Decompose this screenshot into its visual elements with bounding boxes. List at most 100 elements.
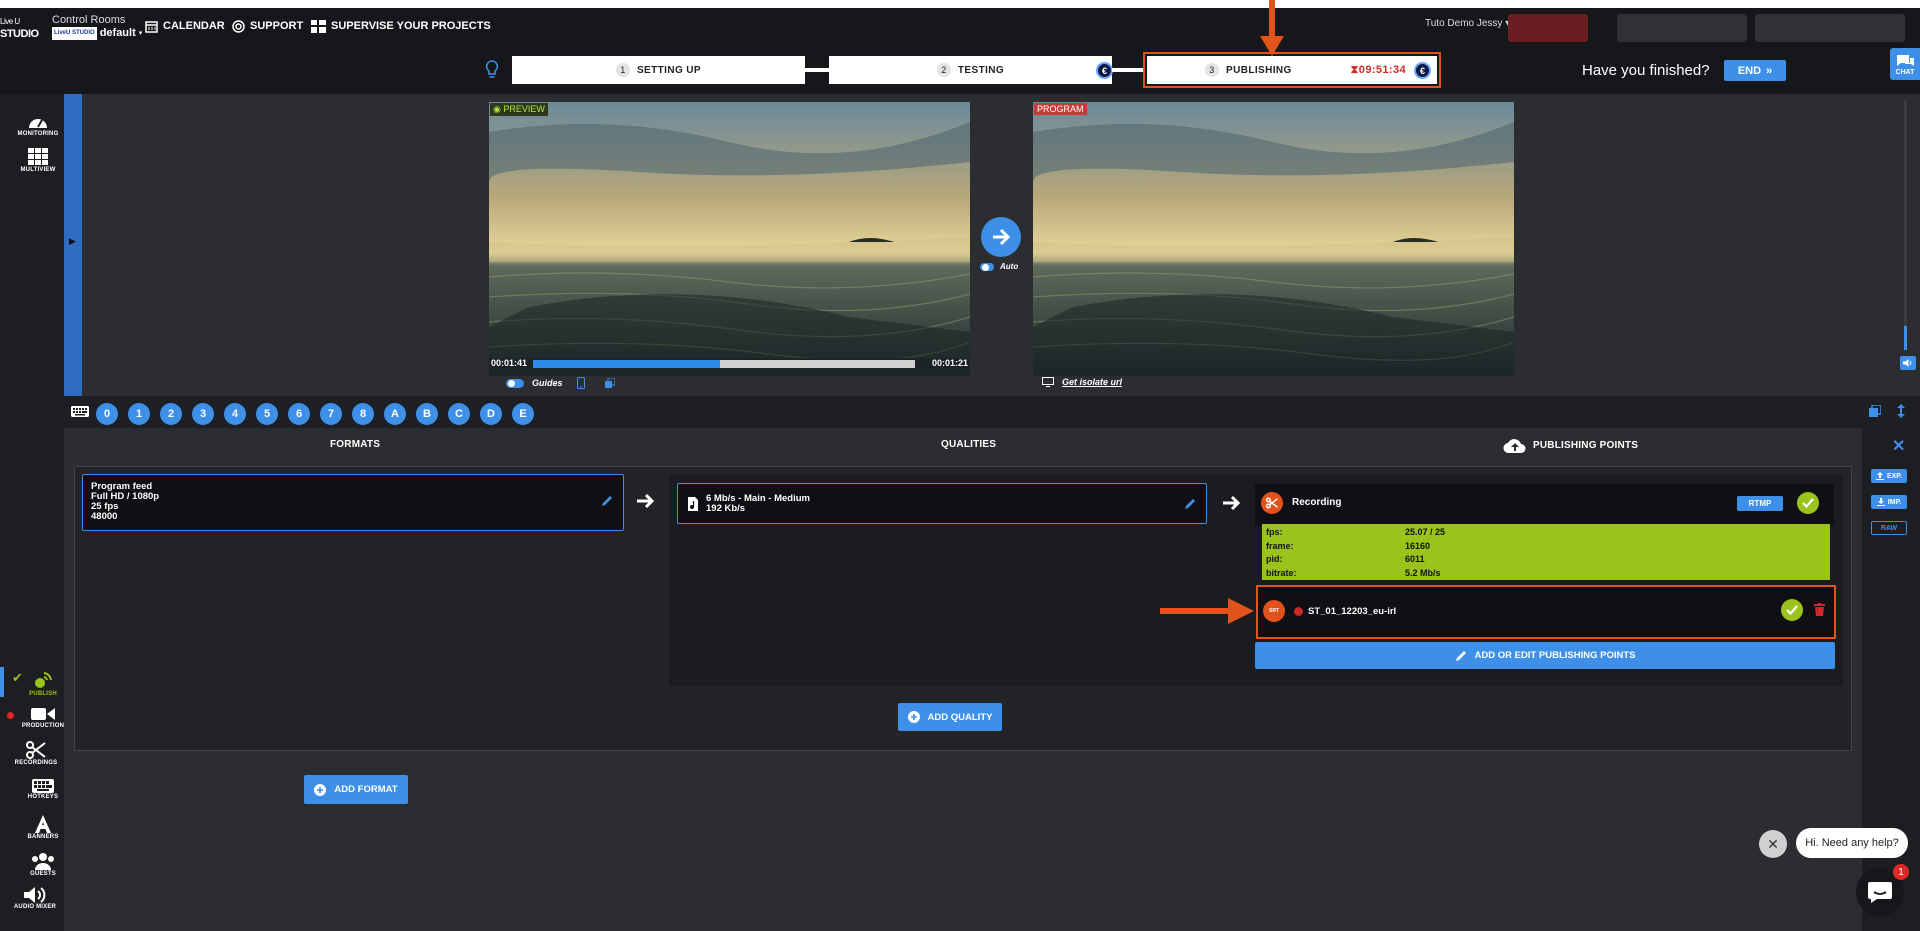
nav-label: HOTKEYS [27,794,59,800]
publishing-point-name: Recording [1292,497,1342,508]
side-panel-toggle[interactable]: ▶ [64,94,82,396]
scissors-icon [26,741,46,759]
scene-button[interactable]: C [448,403,470,425]
preview-monitor[interactable]: ◉ PREVIEW [489,102,970,376]
preview-image [489,102,970,376]
protocol-badge: RTMP [1737,496,1783,511]
layers-icon[interactable] [1869,405,1881,417]
hourglass-icon: ⧗ [1350,63,1359,76]
format-line: Program feed [91,481,153,492]
preview-seekbar[interactable]: 00:01:41 00:01:21 [489,358,970,370]
scene-button[interactable]: 7 [320,403,342,425]
nav-audio-mixer[interactable]: AUDIO MIXER [10,887,60,910]
format-card[interactable]: Program feed Full HD / 1080p 25 fps 4800… [82,474,624,531]
srt-name: ST_01_12203_eu-irl [1308,606,1397,617]
nav-label: GUESTS [30,871,56,877]
control-rooms-selector[interactable]: Control Rooms LiveU STUDIO default ▾ [52,14,142,40]
pencil-icon [1455,650,1466,661]
notification-badge: 1 [1893,864,1909,880]
scissors-icon [1266,497,1278,509]
users-icon [32,853,54,870]
seek-track[interactable] [533,360,915,368]
scene-button[interactable]: E [512,403,534,425]
add-format-button[interactable]: ADD FORMAT [304,775,408,804]
step-publishing[interactable]: 3 PUBLISHING ⧗ 09:51:34 [1147,56,1437,84]
end-button[interactable]: END » [1724,60,1786,81]
step-setting-up[interactable]: 1 SETTING UP [512,56,805,84]
help-text: Hi. Need any help? [1805,837,1899,849]
nav-guests[interactable]: GUESTS [20,852,66,877]
nav-banners[interactable]: BANNERS [20,815,66,840]
scene-button[interactable]: 5 [256,403,278,425]
scene-button[interactable]: 1 [128,403,150,425]
nav-label: PRODUCTION [21,723,65,729]
add-edit-publishing-label: ADD OR EDIT PUBLISHING POINTS [1474,650,1636,661]
guides-label: Guides [532,378,563,388]
pencil-icon[interactable] [601,495,613,507]
nav-label: BANNERS [27,834,59,840]
nav-recordings[interactable]: RECORDINGS [14,741,58,766]
add-quality-button[interactable]: ADD QUALITY [898,703,1002,731]
chat-button[interactable]: CHAT [1890,48,1920,80]
nav-production[interactable]: PRODUCTION [20,706,66,729]
scene-button[interactable]: A [384,403,406,425]
lightbulb-icon[interactable] [485,60,499,80]
nav-supervise[interactable]: SUPERVISE YOUR PROJECTS [311,18,491,34]
resize-vertical-icon[interactable] [1897,404,1905,418]
take-button[interactable] [981,217,1021,257]
step-testing[interactable]: 2 TESTING [829,56,1112,84]
guides-switch[interactable] [506,378,524,388]
workspace-name: default [99,27,136,39]
scene-button[interactable]: 4 [224,403,246,425]
qualities-header: QUALITIES [941,439,997,450]
nav-label: PUBLISH [29,691,57,697]
scene-button[interactable]: 8 [352,403,374,425]
quality-card[interactable]: 6 Mb/s - Main - Medium 192 Kb/s [677,483,1207,524]
eye-icon: ◉ [493,104,504,114]
close-icon[interactable]: ✕ [1892,436,1905,456]
import-button[interactable]: IMP. [1871,495,1907,509]
audio-meter [1904,100,1907,350]
add-edit-publishing-button[interactable]: ADD OR EDIT PUBLISHING POINTS [1255,642,1835,669]
nav-support[interactable]: SUPPORT [232,18,303,34]
scene-button[interactable]: 0 [96,403,118,425]
user-name: Tuto Demo Jessy [1425,18,1503,29]
raw-button[interactable]: RAW [1871,521,1907,535]
cloud-upload-icon [1503,439,1526,454]
preview-label: PREVIEW [503,104,545,114]
mobile-icon[interactable] [577,377,585,389]
close-help-button[interactable]: ✕ [1759,830,1787,858]
stat-row: pid: 6011 [1266,554,1425,564]
scene-button[interactable]: 3 [192,403,214,425]
raw-label: RAW [1880,524,1898,532]
user-menu[interactable]: Tuto Demo Jessy ▾ [1425,18,1510,29]
app-logo[interactable]: Live U STUDIO [0,16,46,42]
import-label: IMP. [1887,498,1902,506]
srt-status-ok[interactable] [1781,599,1803,621]
program-monitor[interactable]: PROGRAM [1033,102,1514,376]
nav-hotkeys[interactable]: HOTKEYS [20,779,66,800]
export-button[interactable]: EXP. [1871,469,1907,483]
scene-button[interactable]: 6 [288,403,310,425]
nav-calendar[interactable]: CALENDAR [145,18,225,34]
isolate-url-link[interactable]: Get isolate url [1042,377,1122,387]
pencil-icon[interactable] [1184,498,1196,510]
program-tag: PROGRAM [1034,103,1087,115]
step-connector [805,68,829,72]
scene-button[interactable]: D [480,403,502,425]
copy-icon[interactable] [605,378,615,388]
nav-publish[interactable]: PUBLISH [20,670,66,697]
auto-switch[interactable] [980,262,994,271]
audio-button[interactable] [1900,356,1916,370]
blurred-region [1617,14,1747,42]
trash-icon[interactable] [1814,603,1825,616]
auto-toggle[interactable]: Auto [980,262,1018,271]
scene-button[interactable]: B [416,403,438,425]
status-ok [1797,492,1819,514]
keyboard-icon[interactable] [71,406,89,417]
help-bubble[interactable]: Hi. Need any help? [1796,828,1908,858]
guides-toggle[interactable]: Guides [506,378,563,388]
scene-button[interactable]: 2 [160,403,182,425]
nav-multiview[interactable]: MULTIVIEW [10,148,66,173]
nav-monitoring[interactable]: MONITORING [10,112,66,137]
